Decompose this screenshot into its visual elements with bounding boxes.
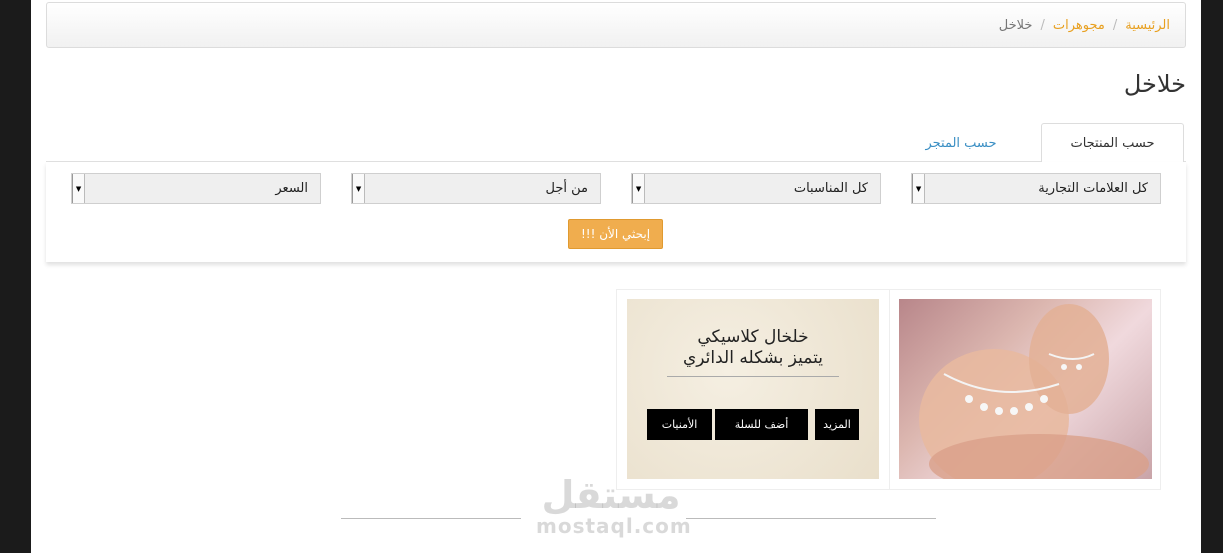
- breadcrumb: الرئيسية / مجوهرات / خلاخل: [46, 2, 1186, 48]
- watermark-latin: mostaql.com: [536, 514, 692, 538]
- price-select[interactable]: السعر ▼: [71, 173, 321, 204]
- footer-divider-right: [686, 518, 936, 519]
- product-card: خلخال كلاسيكي يتميز بشكله الدائري المزيد…: [616, 289, 1161, 490]
- tab-by-products[interactable]: حسب المنتجات: [1041, 123, 1184, 163]
- breadcrumb-category[interactable]: مجوهرات: [1053, 18, 1105, 33]
- search-button[interactable]: إبحثي الأن !!!: [568, 219, 663, 249]
- filters-panel: كل العلامات التجارية ▼ كل المناسبات ▼ من…: [46, 162, 1186, 262]
- brands-select[interactable]: كل العلامات التجارية ▼: [911, 173, 1161, 204]
- breadcrumb-current: خلاخل: [998, 17, 1033, 33]
- more-button[interactable]: المزيد: [815, 409, 859, 440]
- chevron-down-icon[interactable]: ▼: [632, 174, 645, 203]
- chevron-down-icon[interactable]: ▼: [912, 174, 925, 203]
- tab-by-store[interactable]: حسب المتجر: [906, 123, 1016, 163]
- card-divider: [889, 290, 890, 489]
- anklet-photo: [919, 304, 1149, 479]
- occasions-select[interactable]: كل المناسبات ▼: [631, 173, 881, 204]
- occasions-select-value: كل المناسبات: [793, 181, 868, 196]
- footer-divider-left: [341, 518, 521, 519]
- for-whom-select-value: من أجل: [545, 181, 589, 196]
- page: الرئيسية / مجوهرات / خلاخل خلاخل حسب الم…: [31, 0, 1201, 553]
- breadcrumb-home[interactable]: الرئيسية: [1125, 18, 1170, 33]
- add-to-cart-button[interactable]: أضف للسلة: [715, 409, 808, 440]
- watermark-logo: مستقل mostaql.com: [536, 473, 692, 545]
- price-select-value: السعر: [275, 181, 308, 196]
- brands-select-value: كل العلامات التجارية: [1038, 181, 1148, 196]
- watermark-arabic: مستقل: [541, 473, 681, 517]
- page-title: خلاخل: [1123, 70, 1186, 98]
- product-name-line2: يتميز بشكله الدائري: [682, 348, 823, 368]
- product-name-line1: خلخال كلاسيكي: [697, 327, 809, 347]
- product-image[interactable]: [899, 299, 1152, 479]
- for-whom-select[interactable]: من أجل ▼: [351, 173, 601, 204]
- product-name-underline: [667, 376, 839, 377]
- chevron-down-icon[interactable]: ▼: [72, 174, 85, 203]
- wishlist-button[interactable]: الأمنيات: [647, 409, 712, 440]
- breadcrumb-separator: /: [1112, 17, 1118, 33]
- product-info: خلخال كلاسيكي يتميز بشكله الدائري المزيد…: [627, 299, 879, 479]
- chevron-down-icon[interactable]: ▼: [352, 174, 365, 203]
- product-name: خلخال كلاسيكي يتميز بشكله الدائري: [627, 327, 879, 369]
- breadcrumb-separator: /: [1040, 17, 1045, 33]
